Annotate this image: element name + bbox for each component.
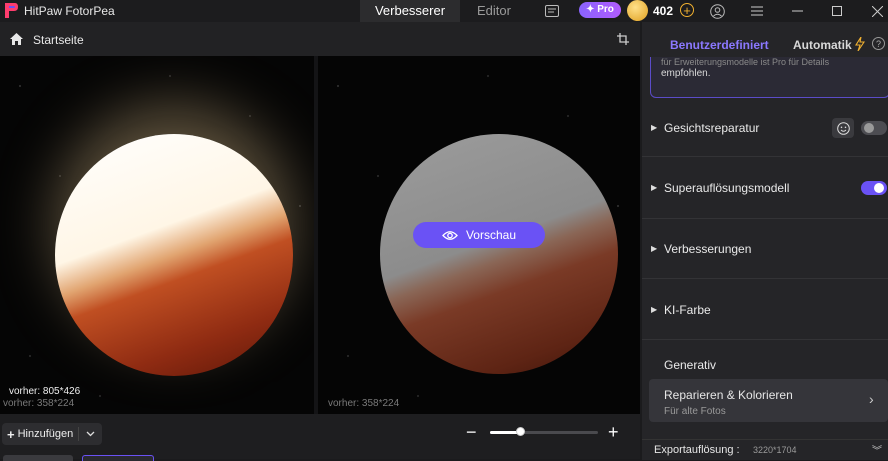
section-face-repair[interactable]: ▶ Gesichtsreparatur bbox=[642, 96, 888, 157]
generative-title: Generativ bbox=[664, 358, 717, 372]
coin-icon bbox=[627, 0, 648, 21]
before-size-faded: vorher: 358*224 bbox=[3, 398, 75, 409]
gallery-icon[interactable] bbox=[543, 0, 561, 22]
app-logo-icon bbox=[5, 3, 18, 18]
section-label: Superauflösungsmodell bbox=[664, 181, 790, 195]
title-bar: HitPaw FotorPea Verbesserer Editor ✦ Pro… bbox=[0, 0, 888, 22]
section-label: Gesichtsreparatur bbox=[664, 121, 760, 135]
zoom-slider[interactable] bbox=[490, 427, 598, 436]
expand-arrow-icon: ▶ bbox=[651, 123, 658, 132]
credits-count: 402 bbox=[653, 4, 674, 18]
add-button[interactable]: + Hinzufügen bbox=[2, 423, 102, 445]
zoom-out-icon[interactable]: − bbox=[466, 423, 477, 441]
chevron-right-icon: › bbox=[869, 391, 874, 407]
expand-arrow-icon: ▶ bbox=[651, 305, 658, 314]
section-ai-color[interactable]: ▶ KI-Farbe bbox=[642, 279, 888, 340]
info-text: empfohlen. bbox=[661, 68, 711, 79]
section-super-resolution[interactable]: ▶ Superauflösungsmodell bbox=[642, 157, 888, 219]
close-icon[interactable] bbox=[870, 0, 884, 22]
double-chevron-down-icon[interactable]: ︾ bbox=[872, 442, 882, 457]
plus-icon: + bbox=[7, 426, 15, 442]
pro-label: Pro bbox=[597, 4, 614, 15]
info-card: für Erweiterungsmodelle ist Pro für Deta… bbox=[650, 57, 888, 98]
repair-colorize-card[interactable]: Reparieren & Kolorieren Für alte Fotos › bbox=[649, 379, 888, 422]
maximize-icon[interactable] bbox=[830, 0, 844, 22]
pro-badge[interactable]: ✦ Pro bbox=[579, 2, 621, 18]
sparkle-icon: ✦ bbox=[586, 4, 595, 15]
smiley-icon bbox=[836, 121, 850, 135]
preview-label: Vorschau bbox=[465, 228, 517, 242]
home-label[interactable]: Startseite bbox=[33, 33, 84, 47]
section-label: Verbesserungen bbox=[664, 242, 752, 256]
before-size-label: vorher: 805*426 bbox=[9, 386, 81, 397]
export-resolution-bar[interactable]: Exportauflösung : 3220*1704 ︾ bbox=[642, 439, 888, 460]
thumbnail-tab-active[interactable] bbox=[82, 455, 154, 461]
face-repair-toggle[interactable] bbox=[861, 121, 887, 135]
lightning-icon bbox=[855, 37, 865, 51]
before-pane: vorher: 805*426 vorher: 358*224 bbox=[0, 56, 314, 414]
app-title: HitPaw FotorPea bbox=[24, 4, 115, 18]
home-icon[interactable] bbox=[10, 33, 23, 45]
after-size-faded: vorher: 358*224 bbox=[328, 398, 400, 409]
tab-custom[interactable]: Benutzerdefiniert bbox=[670, 38, 769, 52]
crop-icon[interactable] bbox=[617, 33, 629, 45]
section-label: KI-Farbe bbox=[664, 303, 711, 317]
after-image bbox=[380, 134, 618, 374]
eye-icon bbox=[442, 230, 458, 240]
tab-editor[interactable]: Editor bbox=[462, 0, 526, 22]
before-image bbox=[55, 134, 293, 376]
add-label: Hinzufügen bbox=[17, 428, 74, 440]
tab-auto[interactable]: Automatik bbox=[793, 38, 852, 52]
info-faded-text: für Erweiterungsmodelle ist Pro für Deta… bbox=[661, 57, 830, 67]
repair-card-subtitle: Für alte Fotos bbox=[664, 406, 726, 417]
menu-icon[interactable] bbox=[750, 0, 764, 22]
expand-arrow-icon: ▶ bbox=[651, 244, 658, 253]
minimize-icon[interactable] bbox=[790, 0, 804, 22]
super-resolution-toggle[interactable] bbox=[861, 181, 887, 195]
chevron-down-icon[interactable] bbox=[86, 431, 95, 437]
settings-panel: Benutzerdefiniert Automatik ? für Erweit… bbox=[642, 22, 888, 460]
repair-card-title: Reparieren & Kolorieren bbox=[664, 388, 793, 402]
canvas-toolbar bbox=[0, 22, 640, 56]
thumbnail-tab[interactable] bbox=[3, 455, 73, 461]
add-credits-icon[interactable]: + bbox=[680, 3, 694, 17]
account-icon[interactable] bbox=[708, 0, 726, 22]
section-enhancements[interactable]: ▶ Verbesserungen bbox=[642, 218, 888, 279]
help-icon[interactable]: ? bbox=[872, 37, 885, 50]
face-icon-button[interactable] bbox=[832, 118, 854, 138]
export-value: 3220*1704 bbox=[753, 445, 797, 455]
export-label: Exportauflösung : bbox=[654, 444, 740, 456]
tab-enhancer[interactable]: Verbesserer bbox=[360, 0, 460, 22]
expand-arrow-icon: ▶ bbox=[651, 183, 658, 192]
zoom-in-icon[interactable]: + bbox=[608, 423, 619, 441]
preview-button[interactable]: Vorschau bbox=[413, 222, 545, 248]
